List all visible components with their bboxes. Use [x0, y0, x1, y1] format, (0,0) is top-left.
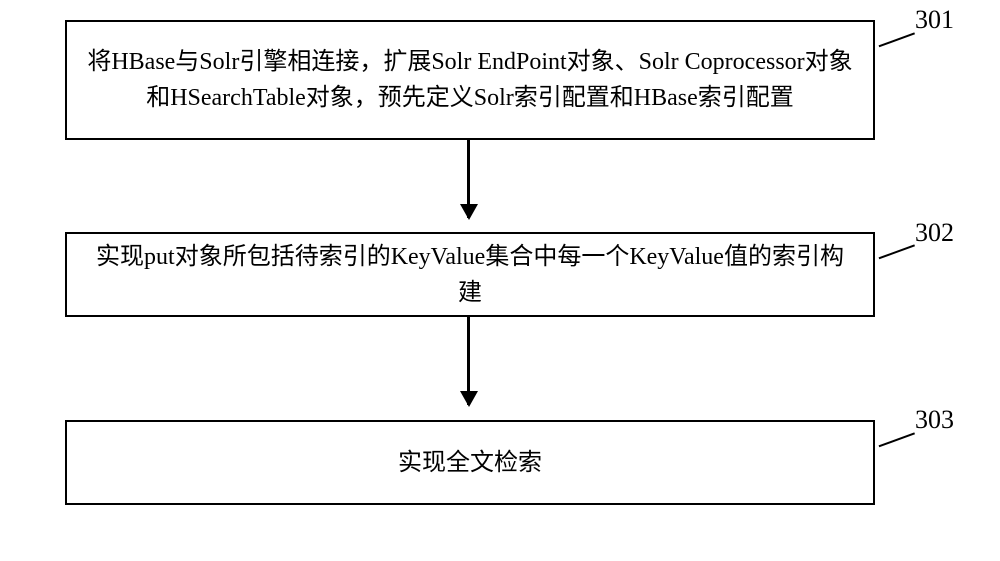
step-text-2: 实现put对象所包括待索引的KeyValue集合中每一个KeyValue值的索引… [87, 239, 853, 311]
step-text-1: 将HBase与Solr引擎相连接，扩展Solr EndPoint对象、Solr … [87, 44, 853, 116]
label-connector-1 [871, 11, 915, 47]
step-box-3: 实现全文检索 [65, 420, 875, 505]
label-connector-3 [871, 411, 915, 447]
step-text-3: 实现全文检索 [398, 445, 542, 481]
step-label-3: 303 [915, 405, 954, 435]
arrow-2-to-3 [467, 317, 470, 405]
step-box-2: 实现put对象所包括待索引的KeyValue集合中每一个KeyValue值的索引… [65, 232, 875, 317]
label-connector-2 [871, 223, 915, 259]
step-label-2: 302 [915, 218, 954, 248]
step-label-1: 301 [915, 5, 954, 35]
flowchart-container: 将HBase与Solr引擎相连接，扩展Solr EndPoint对象、Solr … [0, 0, 1000, 561]
arrow-1-to-2 [467, 140, 470, 218]
step-box-1: 将HBase与Solr引擎相连接，扩展Solr EndPoint对象、Solr … [65, 20, 875, 140]
